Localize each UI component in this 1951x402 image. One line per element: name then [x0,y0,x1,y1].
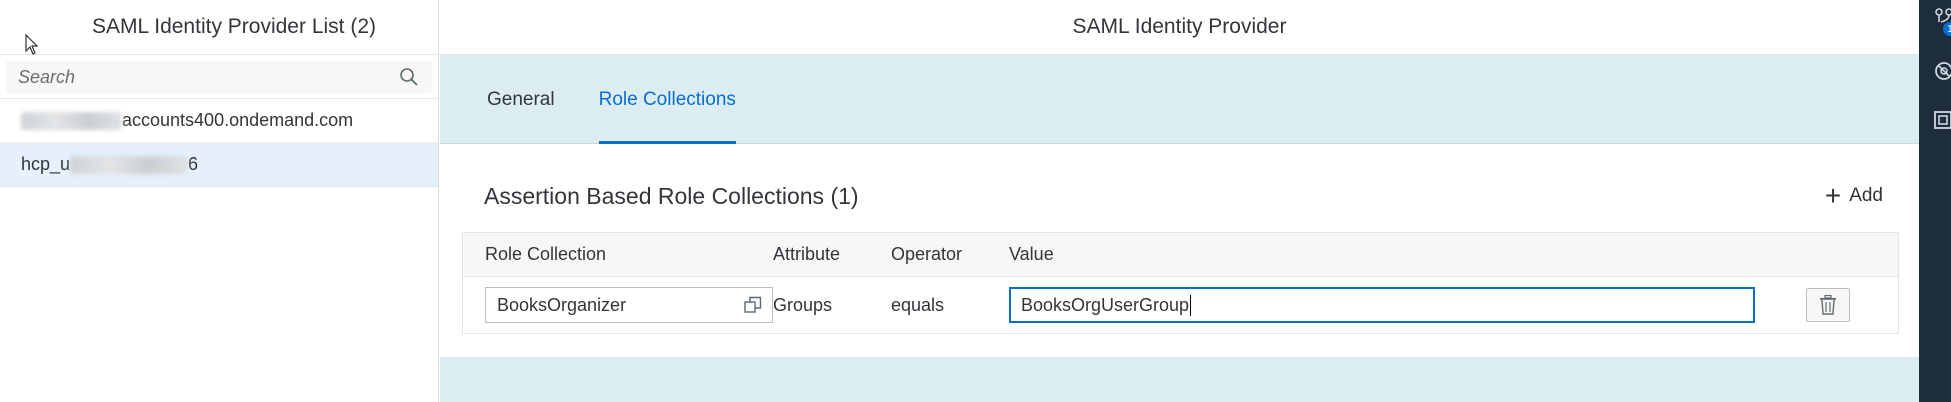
redacted-text [21,111,122,130]
detail-pane: SAML Identity Provider General Role Coll… [440,0,1919,402]
table-row: BooksOrganizer Groups equals BooksOrgUse… [463,277,1898,333]
mouse-cursor-icon [25,34,39,55]
tab-general[interactable]: General [487,54,555,143]
delete-button[interactable] [1806,288,1850,322]
role-collection-field[interactable]: BooksOrganizer [485,287,773,323]
section-title: Assertion Based Role Collections (1) [484,182,859,209]
column-header-role-collection: Role Collection [485,244,607,264]
role-collections-panel: Assertion Based Role Collections (1) + A… [440,145,1919,357]
operator-cell: equals [891,294,945,315]
value-input-text: BooksOrgUserGroup [1021,294,1190,315]
tab-bar: General Role Collections [440,55,1919,144]
master-pane: SAML Identity Provider List (2) accounts… [0,0,439,402]
actions-cell [1757,288,1872,322]
role-collection-cell: BooksOrganizer [463,287,773,323]
search-input[interactable] [18,66,398,88]
search-bar [0,55,438,99]
role-collections-table: Role Collection Attribute Operator Value… [462,232,1899,334]
list-item-idp-hcp[interactable]: hcp_u 6 [0,143,438,187]
text-caret [1190,294,1192,316]
column-header-operator: Operator [891,244,963,264]
detail-header: SAML Identity Provider [440,0,1919,55]
idp-name-prefix: hcp_u [21,154,71,174]
plus-icon: + [1824,180,1842,211]
add-label: Add [1849,185,1883,206]
value-cell: BooksOrgUserGroup [1009,287,1757,323]
section-toolbar: Assertion Based Role Collections (1) + A… [484,181,1883,211]
shell-side-strip: 1 [1919,0,1951,402]
column-header-attribute: Attribute [773,244,841,264]
identity-provider-list: accounts400.ondemand.com hcp_u 6 [0,99,438,187]
detail-title: SAML Identity Provider [1072,15,1287,38]
master-title: SAML Identity Provider List (2) [92,15,376,38]
settings-icon[interactable] [1933,60,1951,82]
list-item-idp-accounts400[interactable]: accounts400.ondemand.com [0,99,438,143]
search-field[interactable] [6,61,432,93]
role-collection-value: BooksOrganizer [497,294,627,315]
column-header-value: Value [1009,244,1054,264]
attribute-cell: Groups [773,294,833,315]
trash-icon [1820,295,1836,315]
value-input[interactable]: BooksOrgUserGroup [1009,287,1755,323]
tab-role-collections[interactable]: Role Collections [598,54,737,144]
value-help-icon[interactable] [744,296,762,314]
idp-name-suffix: 6 [188,154,199,174]
table-header: Role Collection Attribute Operator Value [463,233,1898,277]
apps-icon[interactable] [1933,109,1951,131]
master-header: SAML Identity Provider List (2) [0,0,438,55]
footer-band [440,357,1919,402]
search-icon[interactable] [398,66,420,88]
redacted-text [70,155,189,174]
add-button[interactable]: + Add [1825,182,1883,210]
notification-badge: 1 [1943,22,1951,36]
idp-name: accounts400.ondemand.com [122,110,354,130]
